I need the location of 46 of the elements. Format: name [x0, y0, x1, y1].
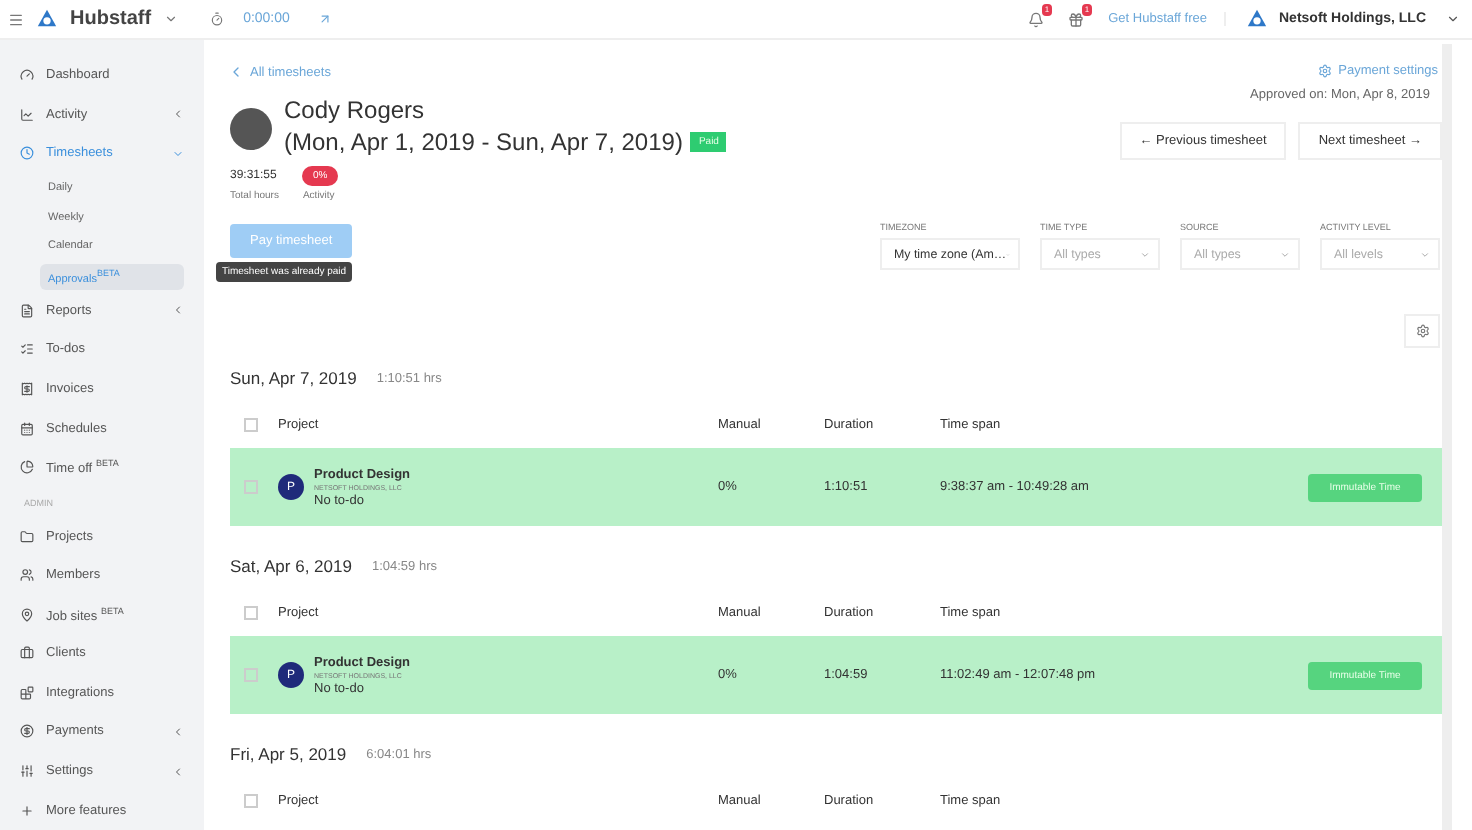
logo-icon	[36, 8, 58, 30]
gauge-icon	[20, 68, 34, 83]
people-icon	[20, 568, 34, 583]
avatar	[230, 107, 272, 149]
dollar-icon	[20, 724, 34, 739]
select-all-checkbox[interactable]	[244, 793, 258, 807]
arrow-icon[interactable]	[317, 12, 332, 26]
chevron-left-icon[interactable]	[172, 304, 184, 317]
gear-icon	[1318, 64, 1333, 78]
chevron-down-icon[interactable]	[163, 12, 178, 26]
calendar-icon	[20, 421, 34, 436]
checklist-icon	[20, 342, 34, 357]
settings-button[interactable]	[1404, 314, 1440, 348]
row-checkbox[interactable]	[244, 480, 258, 494]
timer-icon[interactable]	[209, 12, 224, 26]
day-date: Sun, Apr 7, 2019	[230, 368, 357, 388]
select-all-checkbox[interactable]	[244, 417, 258, 431]
row-checkbox[interactable]	[244, 668, 258, 682]
notification-icon[interactable]	[1028, 11, 1045, 27]
blocks-icon	[20, 685, 34, 700]
receipt-icon	[20, 381, 34, 396]
chevron-left-icon[interactable]	[172, 725, 184, 738]
day-date: Fri, Apr 5, 2019	[230, 744, 347, 764]
select-all-checkbox[interactable]	[244, 605, 258, 619]
scrollbar[interactable]	[1442, 44, 1452, 830]
chevron-left-icon[interactable]	[172, 108, 184, 121]
chevron-left-icon[interactable]	[172, 765, 184, 778]
person-name: Cody Rogers	[284, 96, 427, 124]
line-chart-icon	[20, 107, 34, 122]
chevron-down-icon[interactable]	[172, 147, 184, 160]
chevron-left-icon	[228, 64, 244, 80]
menu-icon[interactable]	[8, 11, 24, 27]
plus-icon	[20, 803, 34, 818]
gift-icon[interactable]	[1068, 11, 1085, 27]
sliders-icon	[20, 764, 34, 779]
day-date: Sat, Apr 6, 2019	[230, 556, 352, 576]
pie-chart-icon	[20, 460, 34, 475]
clock-icon	[20, 146, 34, 161]
document-icon	[20, 303, 34, 318]
map-pin-icon	[20, 607, 34, 622]
settings-icon	[1415, 324, 1429, 338]
timesheet-period: (Mon, Apr 1, 2019 - Sun, Apr 7, 2019)	[284, 128, 683, 156]
org-logo-icon	[1245, 8, 1267, 30]
brand-name: Hubstaff	[70, 8, 152, 30]
briefcase-icon	[20, 646, 34, 661]
folder-icon	[20, 529, 34, 544]
